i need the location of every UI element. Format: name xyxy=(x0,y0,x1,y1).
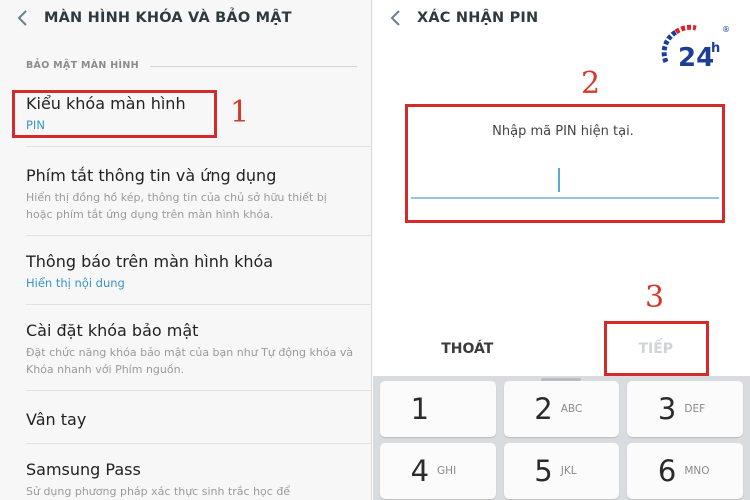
exit-button[interactable]: THOÁT xyxy=(373,320,562,378)
chevron-left-icon xyxy=(390,10,400,26)
key-digit: 4 xyxy=(410,454,430,488)
divider xyxy=(26,443,371,444)
key-digit: 1 xyxy=(410,392,430,426)
key-5[interactable]: 5 JKL xyxy=(503,443,620,499)
key-digit: 6 xyxy=(657,454,677,488)
step-number-1: 1 xyxy=(230,95,250,130)
list-item-lockscreen-notifications[interactable]: Thông báo trên màn hình khóa Hiển thị nộ… xyxy=(26,252,355,290)
chevron-left-icon xyxy=(17,10,27,26)
item-title: Samsung Pass xyxy=(26,460,141,479)
item-description: Đặt chức năng khóa bảo mật của bạn như T… xyxy=(26,346,354,376)
item-description: Sử dụng phương pháp xác thực sinh trắc h… xyxy=(26,485,291,498)
highlight-box-step-2 xyxy=(405,104,725,223)
item-title: Thông báo trên màn hình khóa xyxy=(26,252,274,271)
keypad-drag-handle xyxy=(541,378,581,381)
registered-mark: ® xyxy=(722,25,730,34)
key-2[interactable]: 2 ABC xyxy=(503,381,620,437)
back-button[interactable] xyxy=(373,0,417,36)
item-description: Hiển thị đồng hồ kép, thông tin của chủ … xyxy=(26,191,327,221)
item-title: Cài đặt khóa bảo mật xyxy=(26,321,199,340)
numeric-keypad: 1 2 ABC 3 DEF 4 GHI 5 JKL 6 MNO xyxy=(373,376,750,500)
divider xyxy=(26,146,371,147)
app-bar: MÀN HÌNH KHÓA VÀ BẢO MẬT xyxy=(0,0,371,36)
key-letters: MNO xyxy=(684,465,710,477)
logo-superscript: h xyxy=(711,41,720,56)
item-title: Vân tay xyxy=(26,410,87,429)
step-number-3: 3 xyxy=(645,280,665,315)
divider xyxy=(26,390,371,391)
list-item-fingerprint[interactable]: Vân tay xyxy=(26,410,355,429)
list-item-secure-lock-settings[interactable]: Cài đặt khóa bảo mật Đặt chức năng khóa … xyxy=(26,321,355,378)
key-4[interactable]: 4 GHI xyxy=(380,443,496,499)
list-item-info-app-shortcuts[interactable]: Phím tắt thông tin và ứng dụng Hiển thị … xyxy=(26,166,355,223)
logo-text: 24 xyxy=(678,43,714,73)
key-1[interactable]: 1 xyxy=(380,381,496,437)
page-title: MÀN HÌNH KHÓA VÀ BẢO MẬT xyxy=(44,10,292,26)
divider xyxy=(26,235,371,236)
key-3[interactable]: 3 DEF xyxy=(627,381,743,437)
page-title: XÁC NHẬN PIN xyxy=(417,10,539,26)
step-number-2: 2 xyxy=(581,66,601,101)
key-digit: 2 xyxy=(534,392,553,426)
list-item-samsung-pass[interactable]: Samsung Pass Sử dụng phương pháp xác thự… xyxy=(26,460,355,500)
highlight-box-step-1 xyxy=(12,90,217,138)
divider xyxy=(26,304,371,305)
tutorial-image: MÀN HÌNH KHÓA VÀ BẢO MẬT BẢO MẬT MÀN HÌN… xyxy=(0,0,750,500)
back-button[interactable] xyxy=(0,0,44,36)
section-divider xyxy=(150,66,357,67)
key-digit: 5 xyxy=(534,454,553,488)
section-header: BẢO MẬT MÀN HÌNH xyxy=(26,60,139,71)
item-value: Hiển thị nội dung xyxy=(26,276,125,290)
lock-screen-security-screen: MÀN HÌNH KHÓA VÀ BẢO MẬT BẢO MẬT MÀN HÌN… xyxy=(0,0,372,500)
key-6[interactable]: 6 MNO xyxy=(627,443,743,499)
highlight-box-step-3 xyxy=(604,321,709,376)
key-digit: 3 xyxy=(657,392,677,426)
logo-24h: 24 h ® xyxy=(661,24,730,73)
key-letters: ABC xyxy=(560,403,583,415)
item-title: Phím tắt thông tin và ứng dụng xyxy=(26,166,277,185)
key-letters: JKL xyxy=(560,465,577,477)
key-letters: GHI xyxy=(437,465,457,477)
key-letters: DEF xyxy=(684,403,706,415)
